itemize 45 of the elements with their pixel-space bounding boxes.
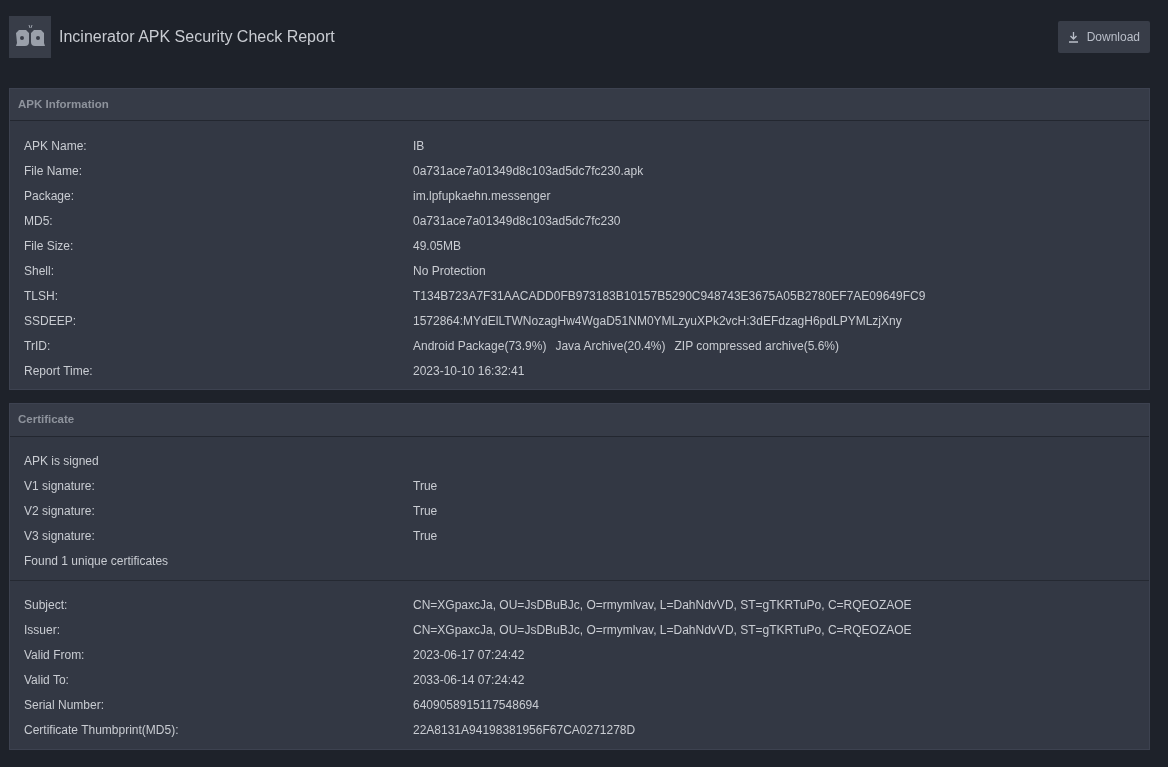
field-value: 22A8131A94198381956F67CA0271278D (413, 722, 636, 739)
field-value: CN=XGpaxcJa, OU=JsDBuBJc, O=rmymlvav, L=DahNdvVD, ST=gTKRTuPo, C=RQEOZAOE (413, 597, 912, 614)
field-value: 1572864:MYdElLTWNozagHw4WgaD51NM0YMLzyuXPk2vcH:3dEFdzagH6pdLPYMLzjXny (413, 312, 902, 330)
field-label: File Size: (24, 237, 75, 255)
field-label: Report Time: (24, 362, 94, 380)
field-label: Package: (24, 187, 76, 205)
field-value: 2023-10-10 16:32:41 (413, 362, 525, 380)
field-value: 6409058915117548694 (413, 697, 539, 714)
field-label: APK Name: (24, 137, 88, 155)
field-label: Certificate Thumbprint(MD5): (24, 722, 180, 739)
field-value: True (413, 503, 438, 520)
field-value: Android Package(73.9%) (413, 337, 547, 355)
field-value: True (413, 478, 438, 495)
field-value: 0a731ace7a01349d8c103ad5dc7fc230.apk (413, 162, 644, 180)
field-label: File Name: (24, 162, 83, 180)
report-title: Incinerator APK Security Check Report (59, 27, 335, 47)
field-label: Valid To: (24, 672, 70, 689)
field-value: 49.05MB (413, 237, 462, 255)
field-label: APK is signed (24, 453, 100, 470)
field-value: IB (413, 137, 425, 155)
field-label: MD5: (24, 212, 54, 230)
field-label: V2 signature: (24, 503, 96, 520)
field-value: No Protection (413, 262, 486, 280)
field-label: V1 signature: (24, 478, 96, 495)
field-label: Found 1 unique certificates (24, 553, 170, 570)
field-label: Subject: (24, 597, 69, 614)
field-value: Java Archive(20.4%) (555, 337, 666, 355)
field-label: Issuer: (24, 622, 61, 639)
field-label: Shell: (24, 262, 56, 280)
field-label: SSDEEP: (24, 312, 78, 330)
field-label: TrID: (24, 337, 52, 355)
download-icon (1067, 31, 1079, 43)
field-value: 2033-06-14 07:24:42 (413, 672, 525, 689)
field-label: V3 signature: (24, 528, 96, 545)
field-value: CN=XGpaxcJa, OU=JsDBuBJc, O=rmymlvav, L=DahNdvVD, ST=gTKRTuPo, C=RQEOZAOE (413, 622, 912, 639)
field-value: 2023-06-17 07:24:42 (413, 647, 525, 664)
field-value: ZIP compressed archive(5.6%) (674, 337, 839, 355)
field-value: True (413, 528, 438, 545)
field-value: T134B723A7F31AACADD0FB973183B10157B5290C948743E3675A05B2780EF7AE09649FC9 (413, 287, 926, 305)
field-value: im.lpfupkaehn.messenger (413, 187, 551, 205)
field-label: TLSH: (24, 287, 59, 305)
download-button[interactable]: Download (1057, 21, 1150, 53)
field-value: 0a731ace7a01349d8c103ad5dc7fc230 (413, 212, 621, 230)
field-label: Valid From: (24, 647, 86, 664)
field-label: Serial Number: (24, 697, 106, 714)
